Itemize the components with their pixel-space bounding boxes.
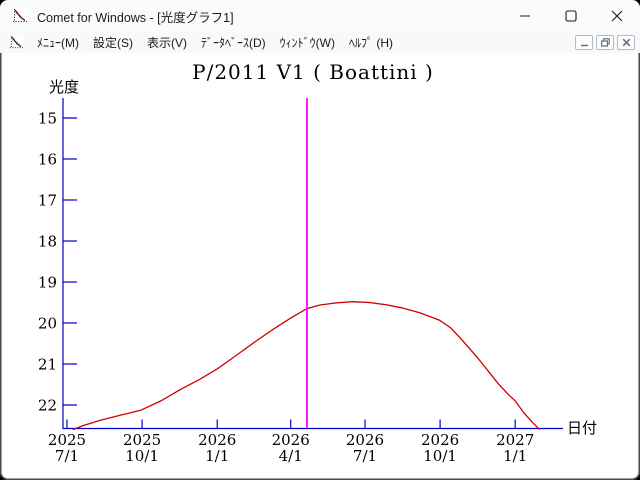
x-tick-date-label: 1/1 [205,447,229,465]
graph-title: P/2011 V1 ( Boattini ) [192,60,434,84]
icon-dot [16,12,18,14]
window-title: Comet for Windows - [光度グラフ1] [37,7,234,26]
comet-lightcurve-icon[interactable] [12,8,28,24]
minimize-icon [519,10,531,22]
x-tick-date-label: 4/1 [279,447,303,465]
y-tick-label: 15 [38,110,57,128]
mdi-child-controls [575,35,635,50]
menu-bar: ﾒﾆｭｰ(M) 設定(S) 表示(V) ﾃﾞｰﾀﾍﾞｰｽ(D) ｳｨﾝﾄﾞｳ(W… [0,32,640,54]
maximize-button[interactable] [548,0,594,32]
x-tick-date-label: 7/1 [55,447,79,465]
menu-items: ﾒﾆｭｰ(M) 設定(S) 表示(V) ﾃﾞｰﾀﾍﾞｰｽ(D) ｳｨﾝﾄﾞｳ(W… [30,32,400,53]
x-tick-date-label: 10/1 [423,447,457,465]
close-icon [611,10,623,22]
maximize-icon [565,10,577,22]
close-icon [622,38,631,47]
menu-item-view[interactable]: 表示(V) [140,32,194,53]
y-tick-label: 19 [38,274,57,292]
menu-item-settings[interactable]: 設定(S) [86,32,140,53]
comet-lightcurve-icon[interactable] [9,35,24,50]
menu-item-menu[interactable]: ﾒﾆｭｰ(M) [30,32,86,53]
y-tick-label: 16 [38,151,57,169]
graph-client-area: P/2011 V1 ( Boattini ) 光度日付 15 16 17 18 19 20 21… [2,53,638,478]
x-tick-date-label: 7/1 [353,447,377,465]
menu-item-help[interactable]: ﾍﾙﾌﾟ (H) [342,32,400,53]
y-axis-label: 光度 [49,78,79,96]
mdi-restore-button[interactable] [596,35,614,50]
x-axis-label: 日付 [567,419,597,437]
x-tick-date-label: 1/1 [503,447,527,465]
icon-dot [13,39,15,41]
y-tick-label: 21 [38,356,57,374]
icon-dot [20,16,22,18]
window-controls [502,0,640,32]
minimize-icon [580,38,589,47]
y-tick-label: 22 [38,397,57,415]
mdi-close-button[interactable] [617,35,635,50]
mdi-minimize-button[interactable] [575,35,593,50]
y-tick-label: 20 [38,315,57,333]
x-tick-date-label: 10/1 [125,447,159,465]
y-tick-label: 18 [38,233,57,251]
close-button[interactable] [594,0,640,32]
menu-item-database[interactable]: ﾃﾞｰﾀﾍﾞｰｽ(D) [194,32,273,53]
y-tick-label: 17 [38,192,57,210]
title-bar: Comet for Windows - [光度グラフ1] [0,0,640,32]
icon-dot [16,43,18,45]
menu-item-window[interactable]: ｳｨﾝﾄﾞｳ(W) [273,32,342,53]
restore-icon [601,38,610,47]
magnitude-graph: P/2011 V1 ( Boattini ) 光度日付 15 16 17 18 19 20 21… [2,53,638,478]
app-window: Comet for Windows - [光度グラフ1] [0,0,640,480]
minimize-button[interactable] [502,0,548,32]
